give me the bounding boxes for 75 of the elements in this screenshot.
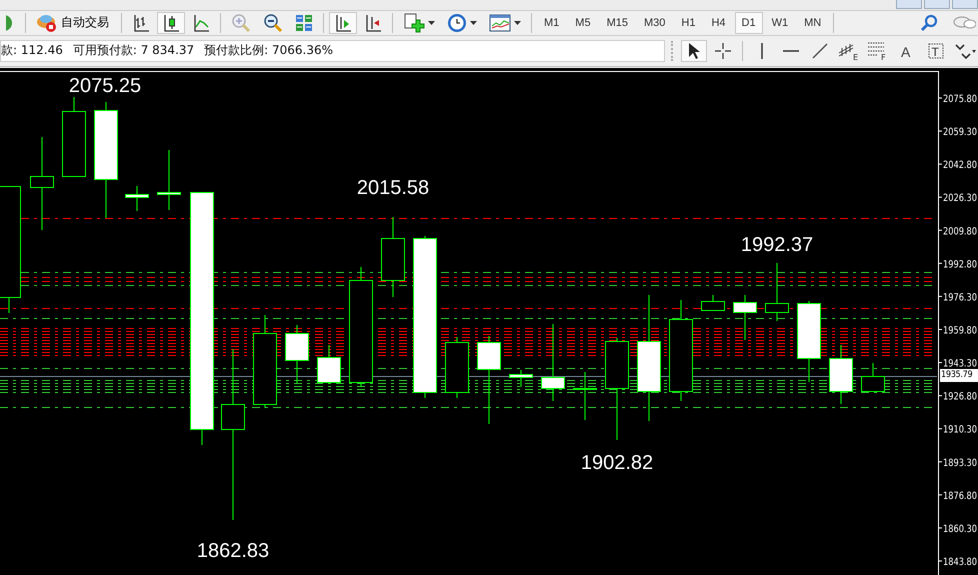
label-tool-button[interactable]: T (923, 40, 949, 62)
axis-tick-label: 2026.30 (943, 193, 978, 204)
bar-chart-icon (132, 14, 150, 32)
tile-windows-icon (295, 14, 313, 32)
account-info-text: 预付款比例: 7066.36% (204, 42, 334, 60)
axis-tick-label: 1876.80 (943, 490, 978, 502)
candlestick (829, 344, 853, 405)
search-icon[interactable] (920, 14, 938, 32)
price-label: 1902.82 (580, 452, 654, 474)
candlestick (157, 150, 181, 211)
axis-tick-label: 1926.80 (943, 392, 978, 403)
price-label: 1862.83 (196, 540, 270, 562)
candlestick (573, 372, 597, 421)
candlestick-icon (162, 14, 180, 32)
text-tool-icon: A (900, 42, 914, 59)
vertical-line-icon (760, 42, 764, 59)
price-label: 2075.25 (68, 75, 142, 98)
current-price-tag: 1935.79 (940, 369, 978, 382)
clock-icon (447, 12, 467, 33)
axis-tick-label: 1843.80 (943, 557, 978, 568)
cursor-tool-button[interactable] (681, 40, 707, 62)
timeframe-tab[interactable]: W1 (764, 12, 796, 34)
axis-tick-label: 1860.30 (943, 524, 978, 535)
axis-tick-label: 1959.80 (943, 326, 978, 337)
candlestick (445, 336, 469, 399)
timeframe-tab[interactable]: M15 (600, 12, 635, 34)
candles-chart-button[interactable] (157, 12, 185, 34)
candlestick (317, 344, 341, 385)
axis-tick-label: 1976.30 (943, 292, 978, 304)
account-info-text: 款: 112.46 (1, 42, 63, 60)
zoom-out-icon (263, 12, 283, 33)
candlestick (125, 186, 149, 212)
candlestick (733, 294, 757, 341)
chart-shift-icon (364, 14, 382, 32)
axis-tick-label: 2059.30 (943, 127, 978, 138)
price-label: 1992.37 (740, 234, 814, 256)
arrows-icon (954, 42, 976, 59)
auto-trading-button[interactable]: 自动交易 (31, 12, 116, 34)
text-label-icon: T (928, 42, 944, 59)
auto-trading-icon (36, 12, 58, 33)
axis-tick-label: 2075.80 (943, 94, 978, 106)
candlestick (285, 324, 309, 384)
caret-icon (428, 20, 435, 25)
candlestick (509, 370, 533, 388)
timeframe-tab[interactable]: MN (797, 12, 828, 34)
candlestick (701, 294, 725, 312)
account-info-text: 可用预付款: 7 834.37 (72, 42, 194, 60)
axis-tick-label: 2042.80 (943, 160, 978, 172)
candlestick (861, 362, 885, 392)
timeframe-tab[interactable]: H4 (704, 12, 732, 34)
axis-tick-label: 1992.80 (943, 259, 978, 270)
auto-scroll-icon (334, 14, 352, 32)
new-chart-icon (403, 12, 425, 33)
axis-tick-label: 1910.30 (943, 424, 978, 436)
axis-tick-label: 1943.30 (943, 358, 978, 370)
crosshair-icon (714, 42, 732, 60)
timeframe-tab[interactable]: M1 (537, 12, 566, 34)
auto-scroll-button[interactable] (329, 12, 357, 34)
timeframe-tab[interactable]: D1 (734, 12, 763, 34)
caret-icon (514, 20, 521, 25)
candlestick (765, 262, 789, 322)
chart-window-icon (489, 14, 511, 32)
zoom-in-icon (231, 12, 251, 33)
trendline-icon (812, 42, 828, 59)
line-chart-icon (192, 14, 210, 32)
text-tool-button[interactable]: A (894, 40, 920, 62)
horizontal-line-icon (783, 48, 799, 53)
axis-tick-label: 2009.80 (943, 226, 978, 238)
timeframe-tab[interactable]: M30 (636, 12, 672, 34)
timeframe-tab[interactable]: H1 (674, 12, 702, 34)
price-label: 2015.58 (356, 177, 430, 200)
caret-icon (470, 20, 477, 25)
axis-tick-label: 1893.30 (943, 458, 978, 469)
cursor-icon (687, 42, 701, 60)
timeframe-tab[interactable]: M5 (568, 12, 598, 34)
